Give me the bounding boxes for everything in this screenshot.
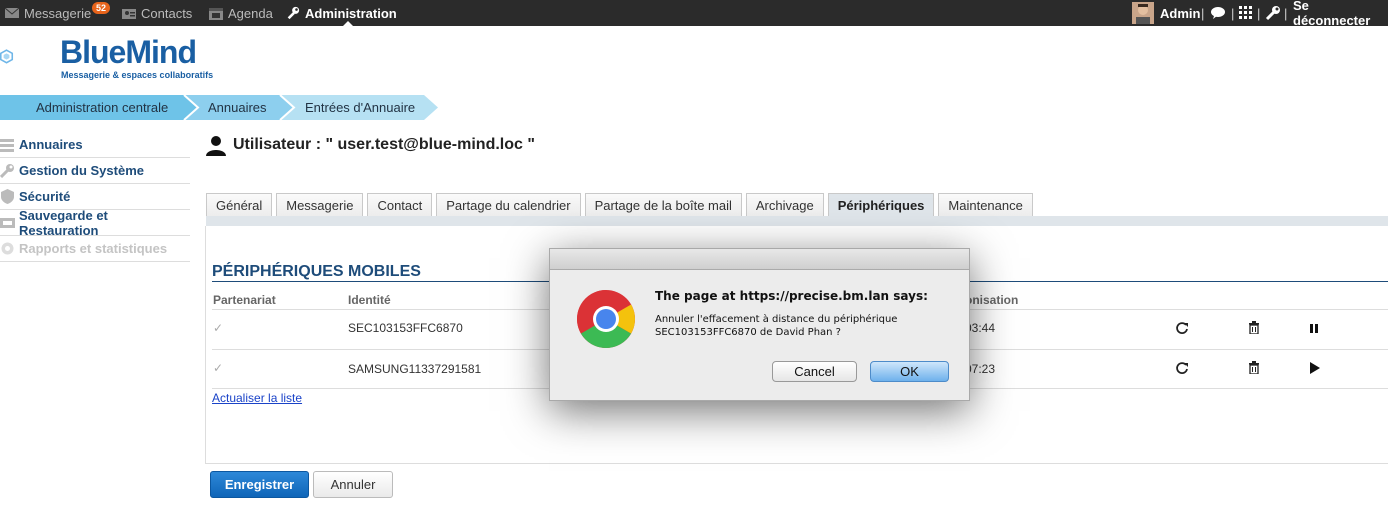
tab-contact[interactable]: Contact [367,193,433,217]
tab-maintenance[interactable]: Maintenance [938,193,1033,217]
breadcrumb-item-annuaires[interactable]: Annuaires [208,95,267,120]
grid-icon [1239,6,1252,19]
tab-archivage[interactable]: Archivage [745,193,824,217]
avatar [1132,2,1154,24]
dialog-ok-button[interactable]: OK [870,361,949,382]
page-title-text: Utilisateur : " user.test@blue-mind.loc … [233,136,535,153]
contacts-icon [122,9,136,19]
settings-button[interactable] [1265,0,1281,26]
tab-messagerie[interactable]: Messagerie [276,193,364,217]
user-menu[interactable]: Admin [1132,0,1200,26]
pause-icon[interactable] [1308,322,1322,336]
dialog-title: The page at https://precise.bm.lan says: [655,289,928,303]
partnership-checkbox[interactable]: ✓ [213,362,225,374]
breadcrumb-item-admin-centrale[interactable]: Administration centrale [36,95,168,120]
sidebar: Annuaires Gestion du Système Sécurité Sa… [0,132,190,262]
sidebar-item-securite[interactable]: Sécurité [0,184,190,210]
trash-icon[interactable] [1247,320,1261,334]
separator: | [1257,5,1261,21]
column-header-identite: Identité [348,293,391,307]
sidebar-item-label: Rapports et statistiques [19,241,168,256]
nav-agenda[interactable]: Agenda [208,0,273,26]
dialog-titlebar [550,249,969,270]
confirm-dialog: The page at https://precise.bm.lan says:… [549,248,970,401]
chrome-logo-icon [577,290,635,348]
user-icon [206,136,226,156]
user-name: Admin [1160,5,1201,21]
device-identity: SAMSUNG11337291581 [348,362,482,376]
page-title: Utilisateur : " user.test@blue-mind.loc … [205,134,535,156]
nav-messagerie-label: Messagerie [24,5,92,21]
tab-general[interactable]: Général [206,193,273,217]
wrench-icon [287,6,300,20]
tab-partage-calendrier[interactable]: Partage du calendrier [436,193,581,217]
tab-partage-boite[interactable]: Partage de la boîte mail [584,193,742,217]
active-nav-pointer [343,21,353,26]
save-button[interactable]: Enregistrer [210,471,309,498]
resync-icon[interactable] [1175,321,1189,335]
sidebar-item-gestion[interactable]: Gestion du Système [0,158,190,184]
sidebar-item-label: Sauvegarde et Restauration [19,207,108,238]
nav-agenda-label: Agenda [228,5,273,21]
refresh-list-link[interactable]: Actualiser la liste [212,391,302,405]
bluemind-logo [0,49,14,64]
cancel-button[interactable]: Annuler [313,471,393,498]
breadcrumb-item-entrees[interactable]: Entrées d'Annuaire [305,95,415,120]
sidebar-item-rapports: Rapports et statistiques [0,236,190,262]
partnership-checkbox[interactable]: ✓ [213,322,225,334]
play-icon[interactable] [1308,361,1322,375]
sidebar-item-annuaires[interactable]: Annuaires [0,132,190,158]
sidebar-item-label: Sécurité [19,189,71,204]
separator: | [1284,5,1288,21]
trash-icon[interactable] [1247,360,1261,374]
unread-count-badge: 52 [92,2,111,14]
nav-contacts-label: Contacts [141,5,193,21]
resync-icon[interactable] [1175,361,1189,375]
wrench-icon [1265,6,1280,21]
separator: | [1231,5,1235,21]
top-navigation-bar: Messagerie 52 Contacts Agenda Administra… [0,0,1388,28]
column-header-synchronisation: onisation [965,293,1019,307]
chat-icon [1211,7,1225,19]
brand-tagline: Messagerie & espaces collaboratifs [61,70,214,80]
dialog-message: Annuler l'effacement à distance du périp… [655,314,898,338]
nav-administration-label: Administration [305,5,397,21]
section-title: PÉRIPHÉRIQUES MOBILES [212,263,421,280]
separator: | [1201,5,1205,21]
backup-icon [0,218,15,228]
chat-button[interactable] [1210,0,1226,26]
breadcrumb: Administration centrale Annuaires Entrée… [0,95,1388,120]
wrench-icon [0,164,14,178]
calendar-icon [209,8,223,20]
tab-bar: Général Messagerie Contact Partage du ca… [206,193,1037,217]
device-identity: SEC103153FFC6870 [348,321,463,335]
sidebar-item-label: Annuaires [19,137,83,152]
shield-icon [1,189,14,204]
nav-messagerie[interactable]: Messagerie [4,0,91,26]
tab-underline [206,216,1388,226]
sidebar-item-sauvegarde[interactable]: Sauvegarde et Restauration [0,207,190,238]
column-header-partenariat: Partenariat [213,293,276,307]
gear-icon [1,242,14,255]
mail-icon [4,7,20,18]
logout-link[interactable]: Se déconnecter [1293,0,1388,28]
dialog-cancel-button[interactable]: Cancel [772,361,857,382]
tab-peripheriques[interactable]: Périphériques [827,193,935,217]
nav-contacts[interactable]: Contacts [121,0,192,26]
list-icon [0,139,14,152]
sidebar-item-label: Gestion du Système [19,163,144,178]
brand-name: BlueMind [60,34,197,70]
nav-administration[interactable]: Administration [285,0,397,26]
apps-grid-button[interactable] [1239,0,1253,26]
